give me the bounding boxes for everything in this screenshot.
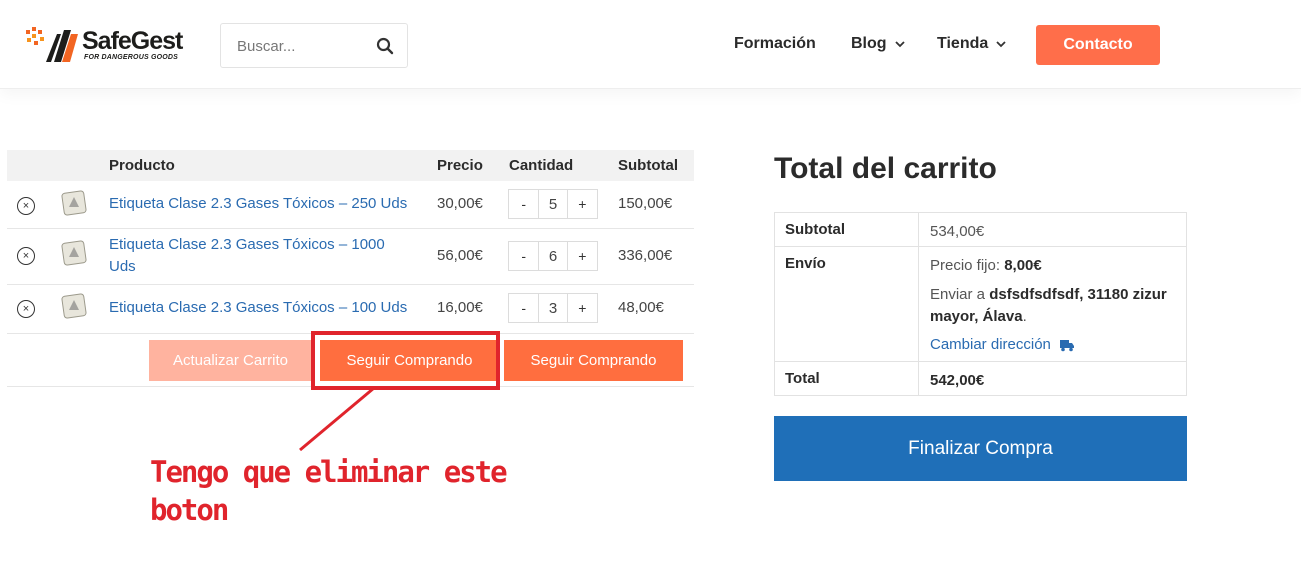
total-label: Total xyxy=(785,370,820,387)
cart-totals-table: Subtotal 534,00€ Envío Precio fijo: 8,00… xyxy=(774,212,1187,396)
nav-tienda[interactable]: Tienda xyxy=(937,35,1006,53)
totals-total-row: Total 542,00€ xyxy=(775,362,1186,395)
total-value: 542,00€ xyxy=(930,372,985,389)
annotation-highlight-box xyxy=(311,331,500,390)
product-price: 56,00€ xyxy=(437,247,483,264)
safegest-logo[interactable]: SafeGest FOR DANGEROUS GOODS xyxy=(24,24,204,68)
subtotal-value: 534,00€ xyxy=(930,223,985,240)
remove-item-icon[interactable]: × xyxy=(17,300,35,318)
quantity-stepper: - 5 + xyxy=(508,189,598,219)
totals-shipping-row: Envío Precio fijo: 8,00€ Enviar a dsfsdf… xyxy=(775,247,1186,362)
product-subtotal: 150,00€ xyxy=(618,195,673,212)
continue-shopping-button[interactable]: Seguir Comprando xyxy=(504,340,683,381)
qty-plus-button[interactable]: + xyxy=(568,294,597,322)
product-thumbnail[interactable] xyxy=(60,292,88,320)
site-header: SafeGest FOR DANGEROUS GOODS Formación B… xyxy=(0,0,1301,89)
qty-plus-button[interactable]: + xyxy=(568,190,597,218)
nav-label: Blog xyxy=(851,35,887,52)
chevron-down-icon xyxy=(996,40,1006,47)
qty-minus-button[interactable]: - xyxy=(509,294,538,322)
cart-table-header: Producto Precio Cantidad Subtotal xyxy=(7,150,694,181)
logo-mark-icon xyxy=(26,27,78,62)
shipping-fixed-prefix: Precio fijo: xyxy=(930,257,1001,274)
change-address-link[interactable]: Cambiar dirección xyxy=(930,334,1180,356)
header-product: Producto xyxy=(109,157,175,174)
quantity-stepper: - 3 + xyxy=(508,293,598,323)
product-link[interactable]: Etiqueta Clase 2.3 Gases Tóxicos – 100 U… xyxy=(109,297,409,319)
product-price: 16,00€ xyxy=(437,299,483,316)
nav-formacion[interactable]: Formación xyxy=(734,35,816,53)
nav-blog[interactable]: Blog xyxy=(851,35,905,53)
search-icon[interactable] xyxy=(376,37,394,55)
remove-item-icon[interactable]: × xyxy=(17,197,35,215)
logo-tagline: FOR DANGEROUS GOODS xyxy=(84,54,179,61)
cart-totals-title: Total del carrito xyxy=(774,152,997,185)
annotation-text: Tengo que eliminar este boton xyxy=(150,455,508,527)
totals-subtotal-row: Subtotal 534,00€ xyxy=(775,213,1186,247)
cart-row: × Etiqueta Clase 2.3 Gases Tóxicos – 250… xyxy=(7,181,694,229)
checkout-button[interactable]: Finalizar Compra xyxy=(774,416,1187,481)
annotation-arrow-icon xyxy=(299,386,375,452)
product-link[interactable]: Etiqueta Clase 2.3 Gases Tóxicos – 250 U… xyxy=(109,193,409,215)
change-address-label: Cambiar dirección xyxy=(930,336,1051,353)
search-input[interactable] xyxy=(235,35,369,57)
header-quantity: Cantidad xyxy=(509,157,574,174)
product-price: 30,00€ xyxy=(437,195,483,212)
contact-button[interactable]: Contacto xyxy=(1036,25,1160,65)
product-link[interactable]: Etiqueta Clase 2.3 Gases Tóxicos – 1000 … xyxy=(109,234,399,278)
product-thumbnail[interactable] xyxy=(60,189,88,217)
nav-label: Formación xyxy=(734,35,816,52)
qty-plus-button[interactable]: + xyxy=(568,242,597,270)
subtotal-label: Subtotal xyxy=(785,221,845,238)
qty-value[interactable]: 5 xyxy=(538,190,568,218)
product-thumbnail[interactable] xyxy=(60,239,88,267)
search-box xyxy=(220,23,408,68)
ship-to: Enviar a dsfsdfsdfsdf, 31180 zizur mayor… xyxy=(930,284,1180,328)
shipping-fixed-value: 8,00€ xyxy=(1004,257,1042,274)
ship-to-prefix: Enviar a xyxy=(930,286,986,303)
ship-to-suffix: . xyxy=(1022,308,1027,325)
qty-value[interactable]: 6 xyxy=(538,242,568,270)
truck-icon xyxy=(1059,340,1074,352)
cart-row: × Etiqueta Clase 2.3 Gases Tóxicos – 100… xyxy=(7,229,694,285)
product-subtotal: 336,00€ xyxy=(618,247,673,264)
quantity-stepper: - 6 + xyxy=(508,241,598,271)
cell-divider xyxy=(918,213,919,246)
qty-minus-button[interactable]: - xyxy=(509,190,538,218)
remove-item-icon[interactable]: × xyxy=(17,247,35,265)
update-cart-button[interactable]: Actualizar Carrito xyxy=(149,340,312,381)
shipping-label: Envío xyxy=(785,255,826,272)
header-price: Precio xyxy=(437,157,483,174)
cell-divider xyxy=(918,362,919,395)
shipping-fixed-price: Precio fijo: 8,00€ xyxy=(930,255,1180,277)
chevron-down-icon xyxy=(894,40,905,47)
shipping-details: Precio fijo: 8,00€ Enviar a dsfsdfsdfsdf… xyxy=(930,255,1180,356)
cell-divider xyxy=(918,247,919,361)
cart-row: × Etiqueta Clase 2.3 Gases Tóxicos – 100… xyxy=(7,285,694,334)
nav-label: Tienda xyxy=(937,35,989,52)
logo-text: SafeGest xyxy=(82,27,183,55)
qty-minus-button[interactable]: - xyxy=(509,242,538,270)
qty-value[interactable]: 3 xyxy=(538,294,568,322)
header-subtotal: Subtotal xyxy=(618,157,678,174)
product-subtotal: 48,00€ xyxy=(618,299,664,316)
